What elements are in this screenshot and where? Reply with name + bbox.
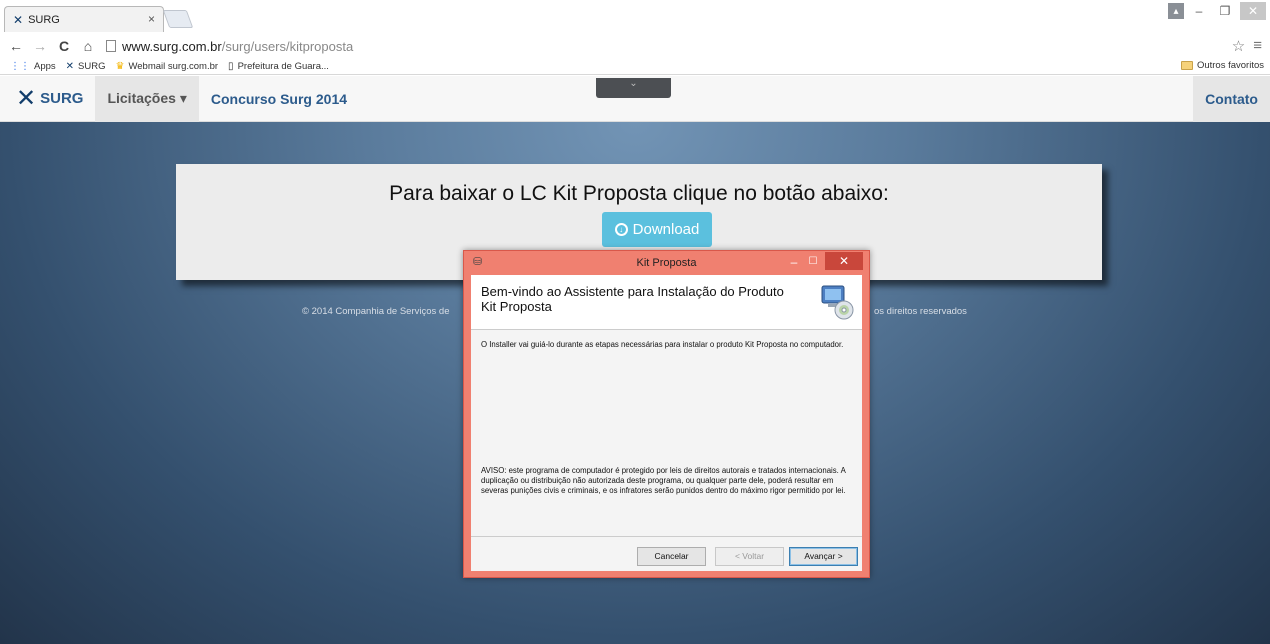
tab-title: SURG [28, 13, 60, 26]
bookmarks-bar: ⋮⋮ Apps ✕ SURG ♛ Webmail surg.com.br ▯ P… [0, 58, 1270, 75]
url-path: /surg/users/kitproposta [221, 38, 354, 54]
menu-icon[interactable]: ≡ [1253, 37, 1262, 55]
dialog-minimize-button[interactable]: – [787, 255, 801, 269]
back-button[interactable]: < Voltar [715, 547, 784, 566]
close-window-button[interactable]: ✕ [1240, 2, 1266, 20]
back-arrow-icon[interactable]: ← [8, 38, 24, 54]
address-bar-actions: ☆ ≡ [1232, 37, 1262, 55]
forward-arrow-icon[interactable]: → [32, 38, 48, 54]
page-icon: ▯ [228, 60, 234, 72]
footer-copyright: © 2014 Companhia de Serviços de [302, 306, 450, 317]
apps-grid-icon: ⋮⋮ [10, 60, 30, 72]
url-field[interactable]: www.surg.com.br/surg/users/kitproposta [106, 39, 353, 54]
other-favorites-label: Outros favoritos [1196, 60, 1264, 71]
dialog-intro-text: O Installer vai guiá-lo durante as etapa… [481, 340, 844, 349]
download-label: Download [632, 221, 700, 238]
bookmark-webmail[interactable]: ♛ Webmail surg.com.br [116, 61, 219, 72]
bookmark-apps[interactable]: ⋮⋮ Apps [10, 61, 56, 72]
dialog-body: O Installer vai guiá-lo durante as etapa… [471, 330, 862, 536]
nav-licitacoes-dropdown[interactable]: Licitações ▾ [95, 75, 199, 122]
dialog-close-button[interactable]: ✕ [825, 252, 863, 270]
minimize-window-button[interactable]: – [1188, 2, 1210, 20]
folder-icon [1180, 61, 1193, 70]
reload-icon[interactable]: C [56, 38, 72, 54]
page-title: Para baixar o LC Kit Proposta clique no … [389, 182, 889, 205]
url-host: www.surg.com.br [122, 38, 222, 54]
page-icon [106, 40, 116, 52]
brand-label: SURG [40, 90, 84, 107]
surg-logo-icon: ✕ [65, 60, 75, 72]
next-button[interactable]: Avançar > [789, 547, 858, 566]
window-controls: ▴ – ❐ ✕ [1168, 2, 1266, 20]
installer-dialog: ⛁ Kit Proposta – ☐ ✕ Bem-vindo ao Assist… [463, 250, 870, 578]
bookmark-label: Apps [34, 60, 56, 72]
download-circle-icon: ↓ [614, 223, 628, 236]
star-icon[interactable]: ☆ [1232, 37, 1245, 55]
bookmark-surg[interactable]: ✕ SURG [66, 61, 106, 72]
browser-tab[interactable]: ✕ SURG × [4, 6, 164, 32]
address-bar: ← → C ⌂ www.surg.com.br/surg/users/kitpr… [0, 34, 1270, 58]
new-tab-button[interactable] [162, 10, 194, 28]
user-profile-icon[interactable]: ▴ [1168, 3, 1184, 19]
nav-contato[interactable]: Contato [1193, 76, 1270, 122]
chevron-down-icon[interactable]: ⌄ [596, 78, 671, 98]
footer-rights: os direitos reservados [874, 306, 967, 317]
site-brand[interactable]: ✕ SURG [0, 76, 95, 122]
cancel-button[interactable]: Cancelar [637, 547, 706, 566]
crown-icon: ♛ [115, 60, 125, 72]
bookmark-prefeitura[interactable]: ▯ Prefeitura de Guara... [228, 61, 329, 72]
home-icon[interactable]: ⌂ [80, 38, 96, 54]
installer-cd-icon [820, 284, 854, 320]
nav-concurso[interactable]: Concurso Surg 2014 [199, 76, 359, 122]
browser-tab-bar: ✕ SURG × ▴ – ❐ ✕ [0, 0, 1270, 34]
dialog-footer: Cancelar < Voltar Avançar > [471, 537, 862, 571]
dialog-header: Bem-vindo ao Assistente para Instalação … [471, 275, 862, 330]
bookmark-label: SURG [78, 60, 106, 72]
surg-logo-icon: ✕ [16, 84, 37, 112]
surg-logo-icon: ✕ [13, 12, 24, 27]
bookmark-label: Webmail surg.com.br [128, 60, 219, 72]
dialog-header-title: Bem-vindo ao Assistente para Instalação … [481, 284, 784, 314]
restore-window-button[interactable]: ❐ [1214, 2, 1236, 20]
dialog-warning-text: AVISO: este programa de computador é pro… [481, 466, 846, 495]
dialog-maximize-button[interactable]: ☐ [806, 255, 820, 269]
bookmark-other-favorites[interactable]: Outros favoritos [1180, 60, 1264, 71]
bookmark-label: Prefeitura de Guara... [237, 60, 329, 72]
tab-close-button[interactable]: × [148, 12, 155, 26]
download-button[interactable]: ↓ Download [602, 212, 712, 247]
